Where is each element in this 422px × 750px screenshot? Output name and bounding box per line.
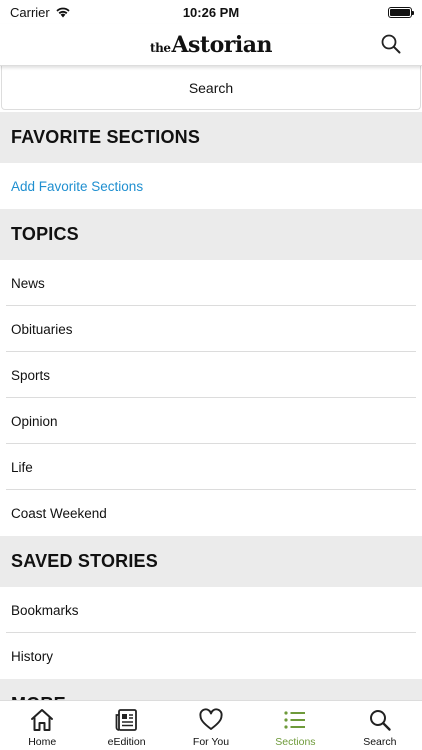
battery-icon — [388, 6, 414, 18]
battery-fill — [390, 8, 410, 16]
status-right — [262, 6, 414, 18]
carrier-label: Carrier — [10, 4, 50, 20]
topic-item-life[interactable]: Life — [0, 444, 422, 490]
tab-label-eedition: eEdition — [107, 736, 146, 748]
topic-item-coast-weekend[interactable]: Coast Weekend — [0, 490, 422, 536]
sections-list[interactable]: Search FAVORITE SECTIONS Add Favorite Se… — [0, 66, 422, 700]
saved-item-history[interactable]: History — [0, 633, 422, 679]
section-header-more: MORE — [0, 679, 422, 700]
topic-item-sports[interactable]: Sports — [0, 352, 422, 398]
home-icon — [31, 709, 54, 731]
topic-item-obituaries[interactable]: Obituaries — [0, 306, 422, 352]
tab-sections[interactable]: Sections — [253, 701, 337, 750]
search-icon[interactable] — [380, 33, 402, 55]
status-left: Carrier — [10, 5, 160, 20]
tab-eedition[interactable]: eEdition — [84, 701, 168, 750]
tab-home[interactable]: Home — [0, 701, 84, 750]
topic-item-news[interactable]: News — [0, 260, 422, 306]
add-favorite-sections-link[interactable]: Add Favorite Sections — [0, 163, 422, 209]
section-header-saved-stories: SAVED STORIES — [0, 536, 422, 587]
section-header-favorite-sections: FAVORITE SECTIONS — [0, 112, 422, 163]
app-logo[interactable]: the Astorian — [150, 32, 272, 58]
tab-label-sections: Sections — [275, 736, 316, 748]
status-time: 10:26 PM — [182, 4, 240, 20]
logo-prefix: the — [150, 40, 171, 55]
section-header-topics: TOPICS — [0, 209, 422, 260]
tab-label-for-you: For You — [192, 736, 230, 748]
status-bar: Carrier 10:26 PM — [0, 0, 422, 24]
wifi-icon — [56, 7, 70, 18]
saved-item-bookmarks[interactable]: Bookmarks — [0, 587, 422, 633]
topic-item-opinion[interactable]: Opinion — [0, 398, 422, 444]
tab-for-you[interactable]: For You — [169, 701, 253, 750]
newspaper-icon — [115, 709, 137, 731]
tab-label-search: Search — [363, 736, 397, 748]
logo-main: Astorian — [171, 31, 272, 58]
tab-label-home: Home — [28, 736, 57, 748]
tab-bar: Home eEdition For You Sections Search — [0, 700, 422, 750]
search-icon — [369, 710, 391, 731]
list-icon — [284, 711, 306, 729]
search-bar[interactable]: Search — [1, 66, 421, 110]
app-header: the Astorian — [0, 24, 422, 66]
heart-icon — [199, 708, 223, 730]
tab-search[interactable]: Search — [338, 701, 422, 750]
